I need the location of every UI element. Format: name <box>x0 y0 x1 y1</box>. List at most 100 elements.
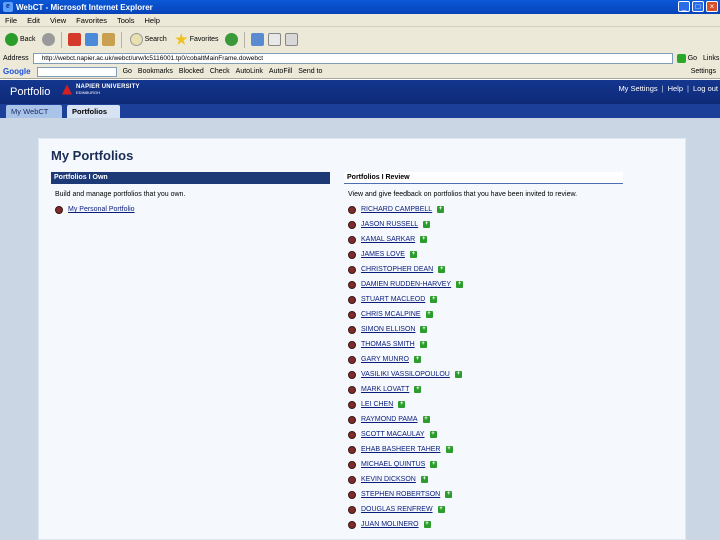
tab-portfolios[interactable]: Portfolios <box>67 105 120 118</box>
portfolio-icon[interactable] <box>348 415 356 424</box>
maximize-button[interactable]: □ <box>692 1 704 12</box>
review-portfolio-link[interactable]: SIMON ELLISON <box>361 326 415 333</box>
feedback-add-icon[interactable]: + <box>420 236 428 243</box>
portfolio-icon[interactable] <box>348 385 356 394</box>
review-portfolio-link[interactable]: RICHARD CAMPBELL <box>361 206 432 213</box>
review-portfolio-link[interactable]: JAMES LOVE <box>361 251 405 258</box>
feedback-add-icon[interactable]: + <box>430 461 438 468</box>
media-icon[interactable] <box>224 33 238 46</box>
menu-file[interactable]: File <box>5 16 17 25</box>
logout-link[interactable]: Log out <box>693 84 718 93</box>
portfolio-icon[interactable] <box>55 205 63 214</box>
feedback-add-icon[interactable]: + <box>423 221 431 228</box>
portfolio-icon[interactable] <box>348 220 356 229</box>
portfolio-icon[interactable] <box>348 325 356 334</box>
feedback-add-icon[interactable]: + <box>429 431 437 438</box>
feedback-add-icon[interactable]: + <box>423 521 431 528</box>
review-portfolio-link[interactable]: MICHAEL QUINTUS <box>361 461 425 468</box>
my-personal-portfolio-link[interactable]: My Personal Portfolio <box>68 206 135 213</box>
review-portfolio-link[interactable]: VASILIKI VASSILOPOULOU <box>361 371 450 378</box>
feedback-add-icon[interactable]: + <box>437 506 445 513</box>
feedback-add-icon[interactable]: + <box>398 401 406 408</box>
google-search-input[interactable] <box>36 66 117 77</box>
portfolio-icon[interactable] <box>348 490 356 499</box>
review-portfolio-link[interactable]: DOUGLAS RENFREW <box>361 506 433 513</box>
menu-favorites[interactable]: Favorites <box>76 16 107 25</box>
review-portfolio-link[interactable]: MARK LOVATT <box>361 386 409 393</box>
review-portfolio-link[interactable]: JUAN MOLINERO <box>361 521 419 528</box>
feedback-add-icon[interactable]: + <box>430 296 438 303</box>
feedback-add-icon[interactable]: + <box>454 371 462 378</box>
portfolio-icon[interactable] <box>348 520 356 529</box>
review-portfolio-link[interactable]: EHAB BASHEER TAHER <box>361 446 441 453</box>
feedback-add-icon[interactable]: + <box>414 386 422 393</box>
google-sendto-button[interactable]: Send to <box>298 68 322 75</box>
portfolio-icon[interactable] <box>348 235 356 244</box>
feedback-add-icon[interactable]: + <box>445 446 453 453</box>
review-portfolio-link[interactable]: RAYMOND PAMA <box>361 416 418 423</box>
review-portfolio-link[interactable]: STEPHEN ROBERTSON <box>361 491 440 498</box>
portfolio-icon[interactable] <box>348 250 356 259</box>
minimize-button[interactable]: _ <box>678 1 690 12</box>
menu-tools[interactable]: Tools <box>117 16 135 25</box>
google-check-button[interactable]: Check <box>210 68 230 75</box>
favorites-button[interactable]: Favorites <box>173 32 221 47</box>
portfolio-icon[interactable] <box>348 340 356 349</box>
review-portfolio-link[interactable]: THOMAS SMITH <box>361 341 415 348</box>
feedback-add-icon[interactable]: + <box>420 476 428 483</box>
feedback-add-icon[interactable]: + <box>419 341 427 348</box>
portfolio-icon[interactable] <box>348 445 356 454</box>
google-go-button[interactable]: Go <box>123 68 132 75</box>
search-button[interactable]: Search <box>128 32 169 47</box>
feedback-add-icon[interactable]: + <box>420 326 428 333</box>
forward-icon[interactable] <box>41 33 55 46</box>
portfolio-icon[interactable] <box>348 310 356 319</box>
feedback-add-icon[interactable]: + <box>425 311 433 318</box>
portfolio-icon[interactable] <box>348 295 356 304</box>
history-icon[interactable] <box>250 33 264 46</box>
menu-view[interactable]: View <box>50 16 66 25</box>
portfolio-icon[interactable] <box>348 280 356 289</box>
portfolio-icon[interactable] <box>348 400 356 409</box>
review-portfolio-link[interactable]: KEVIN DICKSON <box>361 476 416 483</box>
stop-icon[interactable] <box>67 33 81 46</box>
review-portfolio-link[interactable]: SCOTT MACAULAY <box>361 431 425 438</box>
help-link[interactable]: Help <box>668 84 683 93</box>
feedback-add-icon[interactable]: + <box>438 266 446 273</box>
menu-edit[interactable]: Edit <box>27 16 40 25</box>
review-portfolio-link[interactable]: GARY MUNRO <box>361 356 409 363</box>
review-portfolio-link[interactable]: CHRIS MCALPINE <box>361 311 421 318</box>
google-autolink-button[interactable]: AutoLink <box>236 68 263 75</box>
links-label[interactable]: Links <box>703 55 719 62</box>
feedback-add-icon[interactable]: + <box>413 356 421 363</box>
home-icon[interactable] <box>101 33 115 46</box>
review-portfolio-link[interactable]: LEI CHEN <box>361 401 393 408</box>
feedback-add-icon[interactable]: + <box>422 416 430 423</box>
portfolio-icon[interactable] <box>348 460 356 469</box>
print-icon[interactable] <box>284 33 298 46</box>
review-portfolio-link[interactable]: STUART MACLEOD <box>361 296 425 303</box>
refresh-icon[interactable] <box>84 33 98 46</box>
address-input[interactable]: http://webct.napier.ac.uk/webct/urw/lc51… <box>32 53 673 64</box>
my-settings-link[interactable]: My Settings <box>618 84 657 93</box>
tab-my-webct[interactable]: My WebCT <box>6 105 62 118</box>
feedback-add-icon[interactable]: + <box>445 491 453 498</box>
google-settings-button[interactable]: Settings <box>691 68 716 75</box>
portfolio-icon[interactable] <box>348 475 356 484</box>
back-button[interactable]: Back <box>3 32 38 47</box>
google-bookmarks-button[interactable]: Bookmarks <box>138 68 173 75</box>
review-portfolio-link[interactable]: CHRISTOPHER DEAN <box>361 266 433 273</box>
feedback-add-icon[interactable]: + <box>409 251 417 258</box>
portfolio-icon[interactable] <box>348 505 356 514</box>
review-portfolio-link[interactable]: KAMAL SARKAR <box>361 236 415 243</box>
portfolio-icon[interactable] <box>348 205 356 214</box>
go-button[interactable]: Go <box>676 54 697 63</box>
mail-icon[interactable] <box>267 33 281 46</box>
menu-help[interactable]: Help <box>145 16 160 25</box>
portfolio-icon[interactable] <box>348 370 356 379</box>
close-button[interactable]: × <box>706 1 718 12</box>
google-blocked-button[interactable]: Blocked <box>179 68 204 75</box>
portfolio-icon[interactable] <box>348 265 356 274</box>
portfolio-icon[interactable] <box>348 430 356 439</box>
review-portfolio-link[interactable]: JASON RUSSELL <box>361 221 418 228</box>
